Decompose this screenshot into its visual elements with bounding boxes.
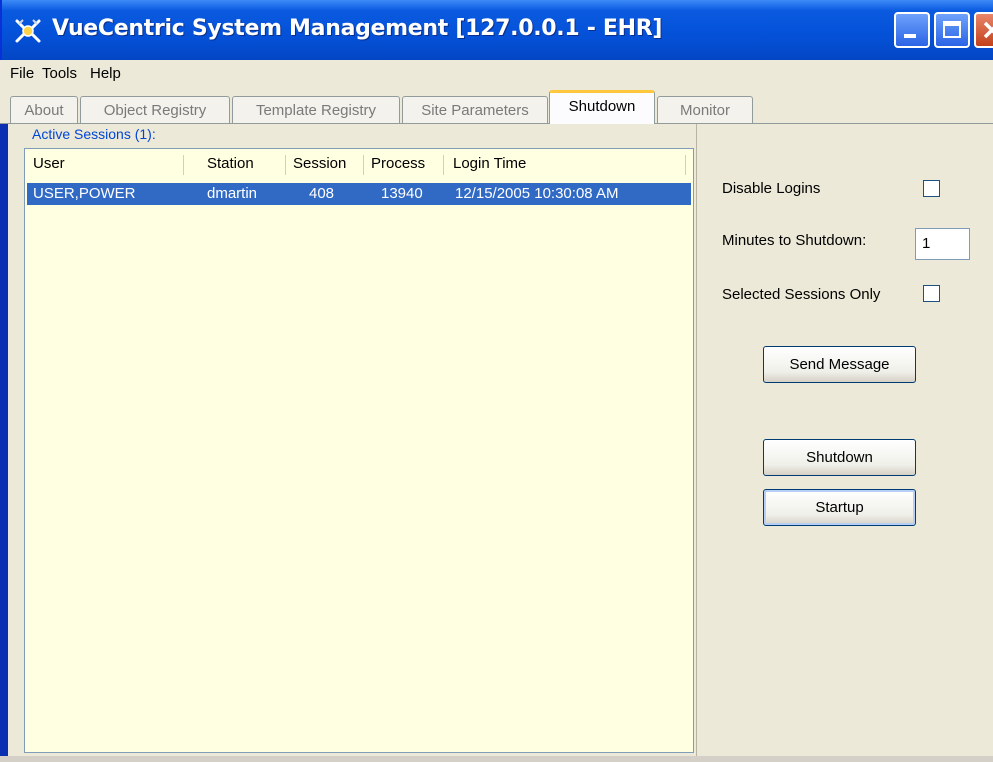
tab-shutdown[interactable]: Shutdown [549, 90, 655, 124]
tab-strip: About Object Registry Template Registry … [0, 88, 993, 124]
startup-button[interactable]: Startup [763, 489, 916, 526]
menu-help[interactable]: Help [90, 65, 121, 82]
app-window: VueCentric System Management [127.0.0.1 … [0, 0, 993, 762]
selected-sessions-only-checkbox[interactable] [923, 285, 940, 302]
panel-divider [696, 124, 697, 756]
column-separator [285, 155, 286, 175]
window-title: VueCentric System Management [127.0.0.1 … [52, 16, 663, 41]
maximize-icon [943, 21, 961, 38]
status-edge [0, 756, 993, 762]
column-process[interactable]: Process [371, 155, 425, 172]
menu-file[interactable]: File [10, 65, 34, 82]
cell-user: USER,POWER [33, 185, 136, 202]
column-separator [443, 155, 444, 175]
close-icon [983, 21, 993, 39]
left-frame-border [0, 124, 8, 762]
menu-bar: File Tools Help [0, 60, 993, 88]
column-login-time[interactable]: Login Time [453, 155, 526, 172]
tab-about[interactable]: About [10, 96, 78, 124]
minutes-to-shutdown-label: Minutes to Shutdown: [722, 232, 867, 249]
send-message-button[interactable]: Send Message [763, 346, 916, 383]
disable-logins-checkbox[interactable] [923, 180, 940, 197]
column-station[interactable]: Station [207, 155, 254, 172]
maximize-button[interactable] [934, 12, 970, 48]
minutes-to-shutdown-input[interactable]: 1 [915, 228, 970, 260]
column-session[interactable]: Session [293, 155, 346, 172]
active-sessions-label: Active Sessions (1): [28, 126, 160, 142]
cell-login-time: 12/15/2005 10:30:08 AM [455, 185, 619, 202]
title-bar[interactable]: VueCentric System Management [127.0.0.1 … [0, 0, 993, 60]
minimize-icon [904, 34, 916, 38]
menu-tools[interactable]: Tools [42, 65, 77, 82]
tab-divider [0, 123, 993, 124]
close-button[interactable] [974, 12, 993, 48]
tab-monitor[interactable]: Monitor [657, 96, 753, 124]
column-separator [363, 155, 364, 175]
tab-template-registry[interactable]: Template Registry [232, 96, 400, 124]
app-icon [14, 18, 42, 44]
shutdown-button[interactable]: Shutdown [763, 439, 916, 476]
column-user[interactable]: User [33, 155, 65, 172]
tab-object-registry[interactable]: Object Registry [80, 96, 230, 124]
disable-logins-label: Disable Logins [722, 180, 821, 197]
cell-station: dmartin [207, 185, 258, 202]
selected-sessions-only-label: Selected Sessions Only [722, 286, 881, 303]
session-row[interactable]: USER,POWER dmartin 408 13940 12/15/2005 … [27, 183, 691, 205]
sessions-list[interactable]: User Station Session Process Login Time … [24, 148, 694, 753]
minimize-button[interactable] [894, 12, 930, 48]
list-header: User Station Session Process Login Time [25, 149, 693, 179]
column-separator [685, 155, 686, 175]
tab-site-parameters[interactable]: Site Parameters [402, 96, 548, 124]
column-separator [183, 155, 184, 175]
cell-process: 13940 [381, 185, 423, 202]
cell-session: 408 [309, 185, 335, 202]
